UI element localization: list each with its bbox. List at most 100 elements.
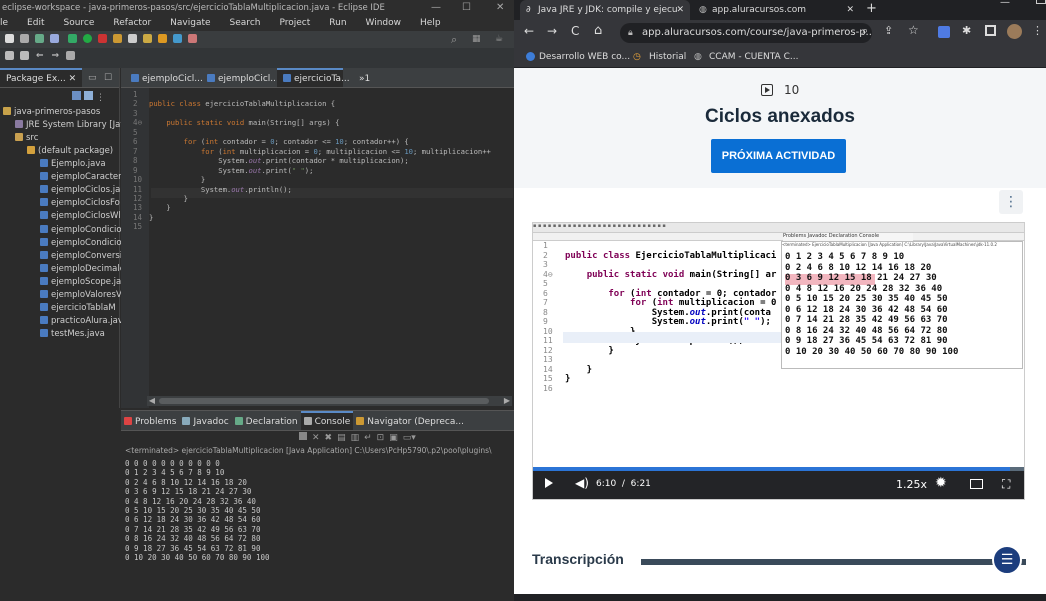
tab-java-jre[interactable]: ∂ Java JRE y JDK: compile y ejecu ✕ xyxy=(520,0,690,20)
editor-tab[interactable]: ejemploCicl... xyxy=(125,69,203,87)
tree-file[interactable]: practicoAlura.jav xyxy=(40,315,123,328)
share-icon[interactable]: ⇪ xyxy=(884,24,893,37)
video-player[interactable]: ▪ ▪ ▪ ▪ ▪ ▪ ▪ ▪ ▪ ▪ ▪ ▪ ▪ ▪ ▪ ▪ ▪ ▪ ▪ ▪ … xyxy=(532,222,1025,500)
editor-tab[interactable]: »1 xyxy=(353,69,373,87)
address-bar[interactable]: 🔒︎ app.aluracursos.com/course/java-prime… xyxy=(620,23,872,43)
extensions-icon[interactable]: ✱ xyxy=(962,24,971,37)
back-icon[interactable]: ← xyxy=(524,24,534,38)
tree-default-package[interactable]: (default package) xyxy=(27,145,113,158)
tree-file[interactable]: ejemploCondicio xyxy=(40,224,122,237)
tree-file[interactable]: ejemploDecimale xyxy=(40,263,125,276)
search-icon[interactable] xyxy=(157,34,167,43)
remove-launch-icon[interactable]: ✕ xyxy=(312,433,320,443)
bookmark-desarrollo[interactable]: Desarrollo WEB co... xyxy=(539,46,630,68)
new-tab-icon[interactable]: + xyxy=(866,0,877,18)
perspective-icon[interactable]: ▦ xyxy=(472,31,481,48)
open-type-icon[interactable] xyxy=(142,34,152,43)
horizontal-scrollbar[interactable]: ◀ ▶ xyxy=(147,396,512,406)
home-icon[interactable]: ⌂ xyxy=(594,23,602,38)
scroll-lock-icon[interactable]: ▥ xyxy=(351,433,360,443)
menu-item[interactable]: Navigate xyxy=(170,18,210,28)
side-panel-icon[interactable] xyxy=(985,25,996,36)
pilcrow-icon[interactable] xyxy=(187,34,197,43)
menu-item[interactable]: Edit xyxy=(27,18,44,28)
open-console-icon[interactable]: ▭▾ xyxy=(403,433,416,443)
bookmark-historial[interactable]: Historial xyxy=(649,46,686,68)
reload-icon[interactable]: C xyxy=(571,24,579,38)
bookmark-ccam[interactable]: CCAM - CUENTA C... xyxy=(709,46,798,68)
zoom-icon[interactable]: ⌕ xyxy=(862,24,868,38)
scroll-left-icon[interactable]: ◀ xyxy=(147,396,157,406)
prev-annotation-icon[interactable] xyxy=(5,51,14,60)
tree-src[interactable]: src xyxy=(15,132,38,145)
tree-file[interactable]: ejemploCiclosFo xyxy=(40,197,120,210)
external-tools-icon[interactable] xyxy=(97,34,107,43)
tree-file[interactable]: Ejemplo.java xyxy=(40,158,106,171)
close-tab-icon[interactable]: ✕ xyxy=(676,0,684,20)
clear-console-icon[interactable]: ▤ xyxy=(337,433,346,443)
menu-item[interactable]: le xyxy=(0,18,8,28)
tree-file[interactable]: ejemploConversi xyxy=(40,250,122,263)
next-activity-button[interactable]: PRÓXIMA ACTIVIDAD xyxy=(711,139,846,173)
play-icon[interactable] xyxy=(545,478,553,488)
editor-tab[interactable]: ejemploCicl... xyxy=(201,69,279,87)
extension-translate-icon[interactable] xyxy=(938,26,950,38)
profile-avatar[interactable] xyxy=(1007,24,1022,39)
maximize-view-icon[interactable]: ☐ xyxy=(104,68,112,87)
forward-icon[interactable]: → xyxy=(547,24,557,38)
bookmark-star-icon[interactable]: ☆ xyxy=(908,23,919,37)
bottom-tab[interactable]: Problems xyxy=(121,412,179,430)
scroll-thumb[interactable] xyxy=(159,398,489,404)
pin-console-icon[interactable]: ⊡ xyxy=(377,433,385,443)
bottom-tab[interactable]: Console xyxy=(300,411,354,430)
tree-file[interactable]: ejemploScope.ja xyxy=(40,276,121,289)
minimize-icon[interactable]: — xyxy=(431,0,441,16)
maximize-icon[interactable]: ☐ xyxy=(462,0,471,16)
menu-item[interactable]: Help xyxy=(420,18,441,28)
tree-file[interactable]: ejemploCiclosWl xyxy=(40,210,121,223)
menu-item[interactable]: Source xyxy=(63,18,94,28)
terminate-icon[interactable] xyxy=(299,432,307,440)
tree-file[interactable]: ejemploCaracter xyxy=(40,171,122,184)
menu-item[interactable]: Project xyxy=(279,18,310,28)
terminal-icon[interactable] xyxy=(50,34,59,43)
tree-file[interactable]: ejemploValoresV xyxy=(40,289,122,302)
transcript-menu-icon[interactable]: ☰ xyxy=(992,545,1022,575)
collapse-all-icon[interactable]: ⋮ xyxy=(72,91,112,103)
save-icon[interactable] xyxy=(20,34,29,43)
minimize-view-icon[interactable]: ▭ xyxy=(88,68,97,87)
menu-icon[interactable]: ⋮ xyxy=(1032,24,1043,37)
back-icon[interactable]: ⇐ xyxy=(36,51,44,61)
tree-file[interactable]: ejemploCondicio xyxy=(40,237,122,250)
menu-item[interactable]: Refactor xyxy=(113,18,151,28)
remove-all-icon[interactable]: ✖ xyxy=(325,433,333,443)
scroll-right-icon[interactable]: ▶ xyxy=(502,396,512,406)
annotation-icon[interactable] xyxy=(172,34,182,43)
run-icon[interactable] xyxy=(82,34,92,43)
volume-icon[interactable]: ◀) xyxy=(575,476,589,490)
java-perspective-icon[interactable]: ☕ xyxy=(495,31,503,48)
more-options-icon[interactable]: ⋮ xyxy=(999,190,1023,214)
tab-aluracursos[interactable]: ◍ app.aluracursos.com ✕ xyxy=(694,0,860,20)
editor-tab[interactable]: ejercicioTa... xyxy=(277,68,350,87)
menu-item[interactable]: Run xyxy=(329,18,346,28)
bottom-tab[interactable]: Navigator (Depreca... xyxy=(353,412,467,430)
new-icon[interactable] xyxy=(5,34,14,43)
forward-icon[interactable]: ⇒ xyxy=(52,51,60,61)
build-icon[interactable] xyxy=(35,34,44,43)
tree-project[interactable]: java-primeros-pasos xyxy=(3,106,100,119)
code-editor[interactable]: ejemploCicl... ejemploCicl... ejercicioTa.… xyxy=(121,68,514,408)
fullscreen-icon[interactable]: ⛶ xyxy=(1002,477,1010,492)
new-package-icon[interactable] xyxy=(127,34,137,43)
menu-item[interactable]: Window xyxy=(366,18,402,28)
tree-file[interactable]: ejercicioTablaM xyxy=(40,302,116,315)
tab-package-explorer[interactable]: Package Ex... ✕ xyxy=(0,68,83,87)
tree-file[interactable]: ejemploCiclos.ja xyxy=(40,184,120,197)
playback-speed[interactable]: 1.25x xyxy=(896,478,927,491)
tree-file[interactable]: testMes.java xyxy=(40,328,105,341)
pin-icon[interactable] xyxy=(66,51,76,60)
new-java-project-icon[interactable] xyxy=(112,34,122,43)
next-annotation-icon[interactable] xyxy=(20,51,29,60)
bottom-tab[interactable]: Javadoc xyxy=(179,412,231,430)
menu-item[interactable]: Search xyxy=(230,18,261,28)
